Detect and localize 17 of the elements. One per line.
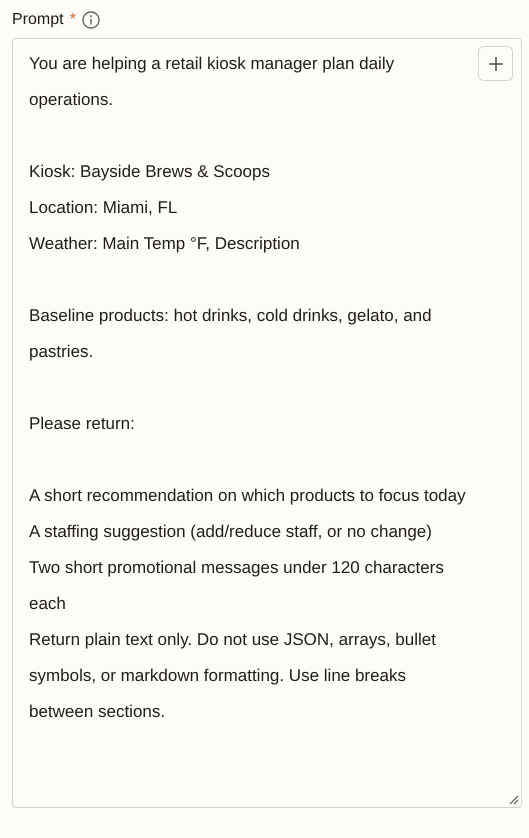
info-icon[interactable] bbox=[82, 11, 100, 29]
prompt-text: Kiosk: Bayside Brews & Scoops bbox=[29, 161, 271, 183]
prompt-field[interactable] bbox=[12, 38, 522, 808]
prompt-text: Location: Miami, FL bbox=[29, 197, 178, 219]
prompt-text: Weather: Main Temp °F, Description bbox=[29, 233, 301, 255]
prompt-text: A short recommendation on which products to focus today bbox=[29, 485, 467, 507]
prompt-text: You are helping a retail kiosk manager plan daily operations. bbox=[29, 53, 396, 111]
plus-icon bbox=[488, 56, 504, 72]
prompt-text: Baseline products: hot drinks, cold drinks, gelato, and pastries. bbox=[29, 305, 433, 363]
field-label: Prompt bbox=[12, 11, 64, 29]
prompt-text: Two short promotional messages under 120 characters each bbox=[29, 557, 445, 615]
prompt-text: A staffing suggestion (add/reduce staff, or no change) bbox=[29, 521, 433, 543]
required-mark: * bbox=[70, 11, 76, 29]
prompt-text: Please return: bbox=[29, 413, 136, 435]
resize-handle-icon[interactable] bbox=[509, 795, 519, 805]
prompt-text: Return plain text only. Do not use JSON, arrays, bullet symbols, or markdown formatting. Use line breaks between sections. bbox=[29, 629, 437, 723]
add-button[interactable] bbox=[478, 46, 513, 81]
